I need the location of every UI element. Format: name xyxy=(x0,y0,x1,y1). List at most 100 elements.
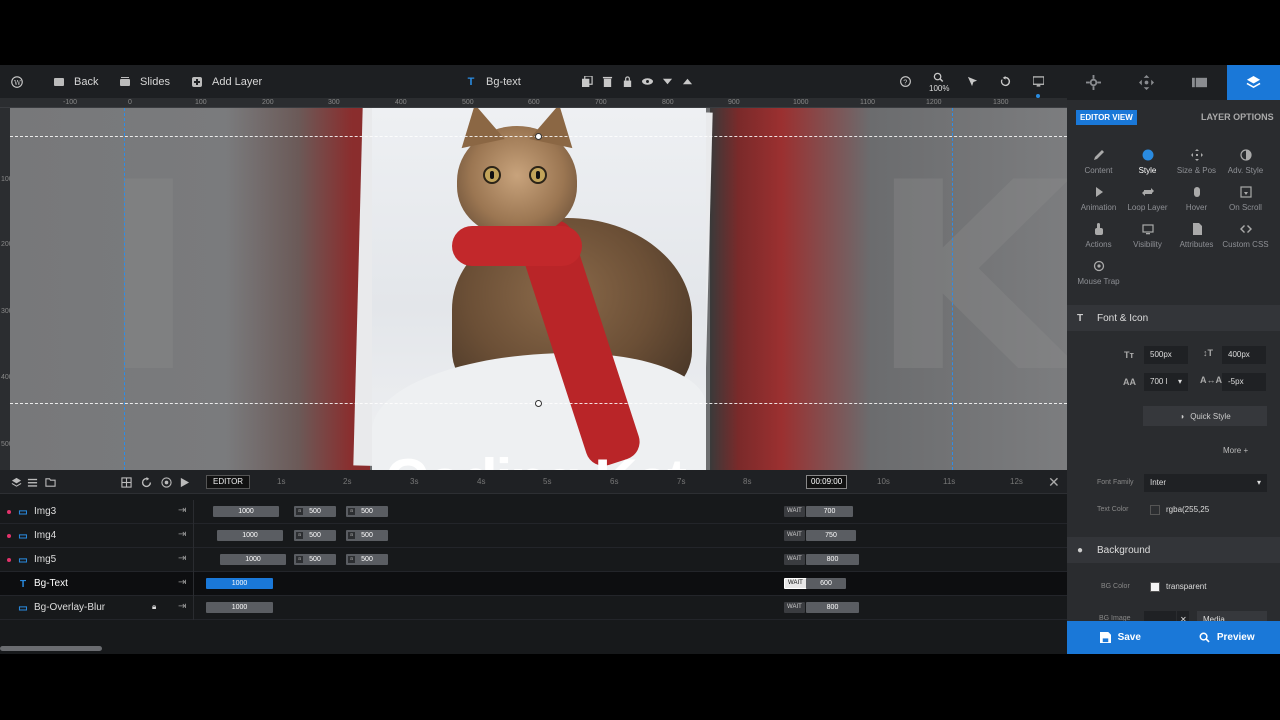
animation-bar-out[interactable]: 750 xyxy=(806,530,856,541)
grid-icon[interactable] xyxy=(120,476,132,488)
option-size-pos[interactable]: Size & Pos xyxy=(1170,149,1223,175)
background-section-header[interactable]: ● Background xyxy=(1067,537,1280,563)
option-style[interactable]: Style xyxy=(1121,149,1174,175)
slides-button[interactable]: Slides xyxy=(118,65,170,98)
option-content[interactable]: Content xyxy=(1072,149,1125,175)
timeline-row[interactable]: ▭ Bg-Overlay-Blur 🔒︎ ⇥ 1000 WAIT 800 xyxy=(0,596,1067,620)
animation-bar-in[interactable]: 1000 xyxy=(217,530,283,541)
tab-settings[interactable] xyxy=(1067,65,1120,100)
delete-icon[interactable] xyxy=(600,74,614,88)
animation-bar-in[interactable]: 1000 xyxy=(206,602,273,613)
font-size-input[interactable]: 500px xyxy=(1144,346,1188,364)
animation-bar-in[interactable]: 1000 xyxy=(206,578,273,589)
wait-label[interactable]: WAIT xyxy=(784,602,805,613)
timeline-row[interactable]: ▭ Img4 ⇥ 1000 a 500 a 500 WAIT 750 xyxy=(0,524,1067,548)
lock-icon[interactable]: 🔒︎ xyxy=(152,602,162,614)
jump-to-end-icon[interactable]: ⇥ xyxy=(178,505,186,516)
animation-bar-in[interactable]: 1000 xyxy=(213,506,279,517)
timeline-row-active[interactable]: T Bg-Text ⇥ 1000 WAIT 600 xyxy=(0,572,1067,596)
caret-down-icon[interactable] xyxy=(660,74,674,88)
animation-bar[interactable]: a 500 xyxy=(294,530,336,541)
wordpress-logo-button[interactable]: W xyxy=(10,65,24,98)
line-height-input[interactable]: 400px xyxy=(1222,346,1266,364)
current-layer-selector[interactable]: T Bg-text xyxy=(464,65,521,98)
more-button[interactable]: More + xyxy=(1223,446,1248,455)
visibility-eye-icon[interactable] xyxy=(640,74,654,88)
animation-bar[interactable]: a 500 xyxy=(294,554,336,565)
option-animation[interactable]: Animation xyxy=(1072,186,1125,212)
bg-color-picker[interactable]: transparent xyxy=(1144,578,1224,596)
layer-list-item[interactable]: ▭ Img3 ⇥ xyxy=(0,500,194,524)
cat-photo-image[interactable] xyxy=(372,108,706,470)
jump-to-end-icon[interactable]: ⇥ xyxy=(178,577,186,588)
option-visibility[interactable]: Visibility xyxy=(1121,223,1174,249)
tab-navigation[interactable] xyxy=(1120,65,1173,100)
editor-view-badge[interactable]: EDITOR VIEW xyxy=(1076,110,1137,125)
letter-spacing-input[interactable]: -5px xyxy=(1222,373,1266,391)
option-loop-layer[interactable]: Loop Layer xyxy=(1121,186,1174,212)
animation-bar[interactable]: a 500 xyxy=(294,506,336,517)
timeline-row[interactable]: ▭ Img5 ⇥ 1000 a 500 a 500 WAIT 800 xyxy=(0,548,1067,572)
wait-label[interactable]: WAIT xyxy=(784,506,805,517)
wait-label[interactable]: WAIT xyxy=(784,530,805,541)
close-timeline-icon[interactable]: ✕ xyxy=(1048,474,1060,491)
list-icon[interactable] xyxy=(26,476,38,488)
animation-bar-out[interactable]: 800 xyxy=(806,554,859,565)
audio-icon[interactable] xyxy=(160,476,172,488)
quick-style-button[interactable]: ◑ Quick Style xyxy=(1143,406,1267,426)
animation-bar-out[interactable]: 600 xyxy=(806,578,846,589)
tab-slides[interactable] xyxy=(1173,65,1226,100)
current-time-indicator[interactable]: 00:09:00 xyxy=(806,475,848,489)
add-layer-button[interactable]: Add Layer xyxy=(190,65,262,98)
desktop-view-icon[interactable] xyxy=(1031,74,1045,88)
folder-icon[interactable] xyxy=(44,476,56,488)
back-button[interactable]: Back xyxy=(52,65,98,98)
pointer-icon[interactable] xyxy=(965,74,979,88)
option-custom-css[interactable]: Custom CSS xyxy=(1219,223,1272,249)
text-color-picker[interactable]: rgba(255,25 xyxy=(1144,501,1224,519)
animation-bar-out[interactable]: 700 xyxy=(806,506,853,517)
refresh-icon[interactable] xyxy=(140,476,152,488)
help-icon[interactable]: ? xyxy=(898,74,912,88)
save-button[interactable]: Save xyxy=(1067,621,1174,654)
option-hover[interactable]: Hover xyxy=(1170,186,1223,212)
resize-handle-top[interactable] xyxy=(535,133,542,140)
slide-canvas[interactable]: I K Coding Kat xyxy=(10,108,1067,470)
timeline-row[interactable]: ▭ Img3 ⇥ 1000 a 500 a 500 WAIT 700 xyxy=(0,500,1067,524)
jump-to-end-icon[interactable]: ⇥ xyxy=(178,553,186,564)
layer-list-item[interactable]: ▭ Img4 ⇥ xyxy=(0,524,194,548)
editor-time-button[interactable]: EDITOR xyxy=(206,475,251,489)
layers-icon[interactable] xyxy=(10,476,22,488)
animation-bar-in[interactable]: 1000 xyxy=(220,554,286,565)
animation-bar[interactable]: a 500 xyxy=(346,530,388,541)
jump-to-end-icon[interactable]: ⇥ xyxy=(178,601,186,612)
option-actions[interactable]: Actions xyxy=(1072,223,1125,249)
layer-list-item[interactable]: ▭ Bg-Overlay-Blur 🔒︎ ⇥ xyxy=(0,596,194,620)
layer-list-item[interactable]: T Bg-Text ⇥ xyxy=(0,572,194,596)
option-adv-style[interactable]: Adv. Style xyxy=(1219,149,1272,175)
tab-layers[interactable] xyxy=(1227,65,1280,100)
animation-bar[interactable]: a 500 xyxy=(346,506,388,517)
animation-bar[interactable]: a 500 xyxy=(346,554,388,565)
font-weight-select[interactable]: 700 l ▾ xyxy=(1144,373,1188,391)
bg-text-layer[interactable]: Coding Kat xyxy=(385,446,687,470)
option-mouse-trap[interactable]: Mouse Trap xyxy=(1072,260,1125,286)
horizontal-scrollbar[interactable] xyxy=(0,646,102,651)
option-on-scroll[interactable]: On Scroll xyxy=(1219,186,1272,212)
option-attributes[interactable]: Attributes xyxy=(1170,223,1223,249)
font-family-select[interactable]: Inter ▾ xyxy=(1144,474,1267,492)
layer-list-item[interactable]: ▭ Img5 ⇥ xyxy=(0,548,194,572)
duplicate-icon[interactable] xyxy=(580,74,594,88)
wait-label[interactable]: WAIT xyxy=(784,578,807,589)
play-icon[interactable] xyxy=(178,476,190,488)
preview-button[interactable]: Preview xyxy=(1174,621,1280,654)
undo-icon[interactable] xyxy=(998,74,1012,88)
zoom-icon[interactable] xyxy=(931,70,945,84)
font-icon-section-header[interactable]: T Font & Icon xyxy=(1067,305,1280,331)
animation-bar-out[interactable]: 800 xyxy=(806,602,859,613)
resize-handle-bottom[interactable] xyxy=(535,400,542,407)
jump-to-end-icon[interactable]: ⇥ xyxy=(178,529,186,540)
caret-up-icon[interactable] xyxy=(680,74,694,88)
lock-icon[interactable] xyxy=(620,74,634,88)
wait-label[interactable]: WAIT xyxy=(784,554,805,565)
